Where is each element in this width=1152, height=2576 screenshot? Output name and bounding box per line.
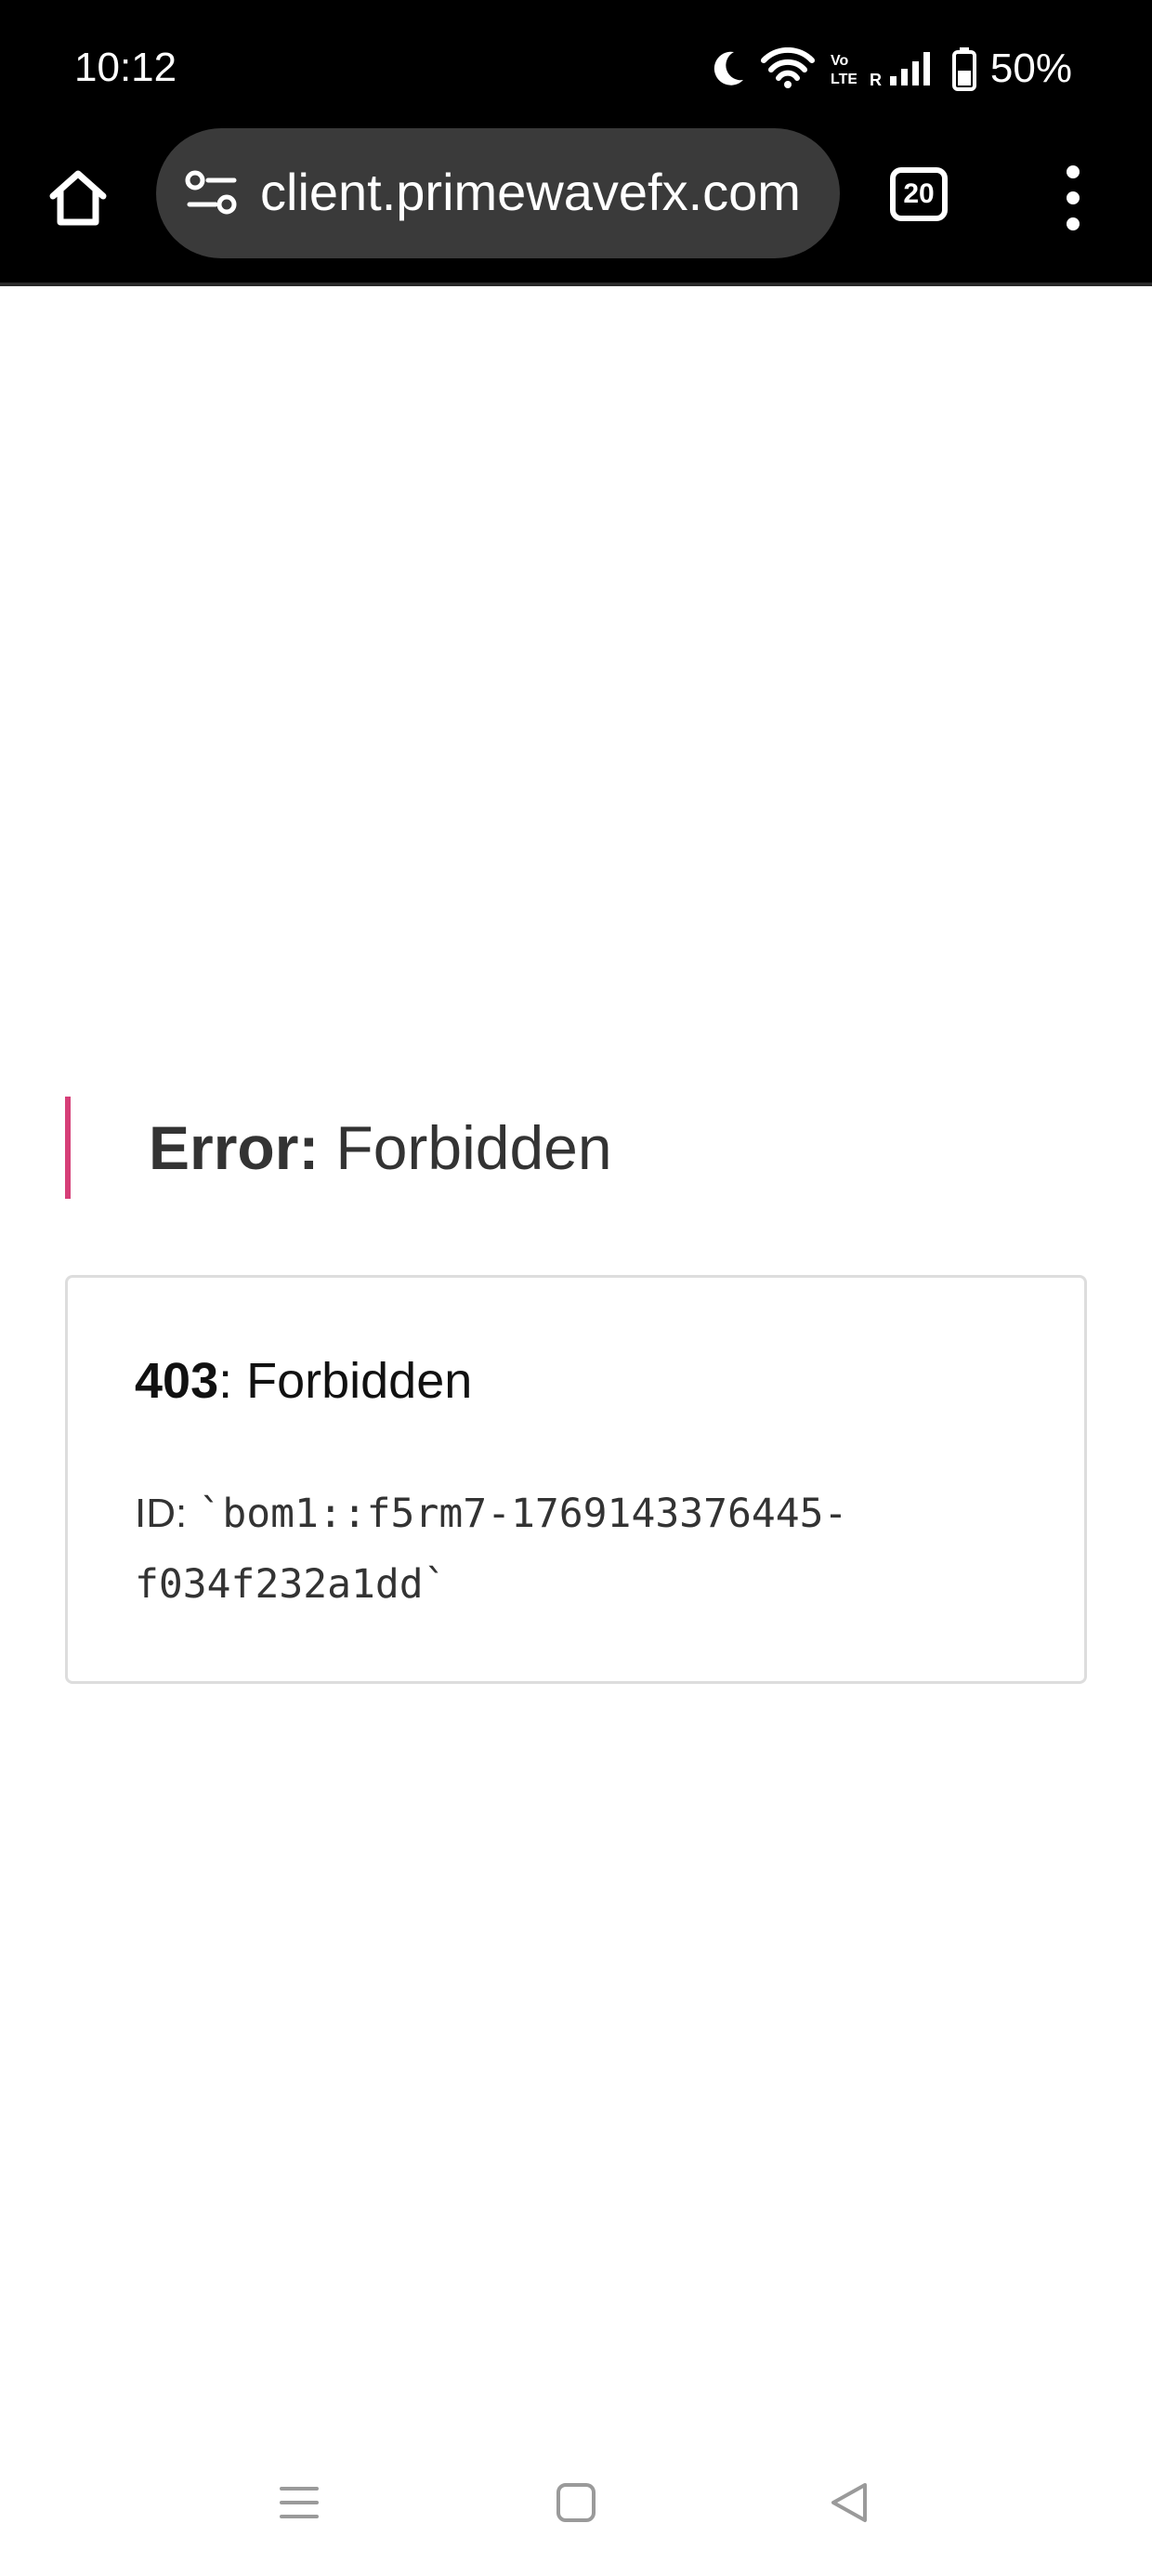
svg-text:LTE: LTE [831, 72, 857, 87]
home-icon [46, 164, 111, 234]
site-settings-icon[interactable] [184, 169, 240, 217]
status-time: 10:12 [74, 45, 177, 90]
recents-button[interactable] [262, 2453, 336, 2556]
signal-icon: R [870, 48, 938, 89]
error-heading: Error: Forbidden [65, 1097, 612, 1199]
error-heading-label: Error: [149, 1113, 320, 1182]
error-code-line: 403: Forbidden [135, 1352, 472, 1410]
menu-dot [1067, 191, 1080, 204]
error-id-label: ID: [135, 1491, 199, 1536]
home-nav-button[interactable] [539, 2453, 613, 2556]
back-icon [826, 2479, 872, 2530]
tab-switcher-button[interactable]: 20 [890, 167, 948, 221]
error-card: 403: Forbidden ID: `bom1::f5rm7-17691433… [65, 1275, 1087, 1684]
moon-icon [710, 48, 747, 89]
wifi-icon [760, 47, 816, 90]
address-bar[interactable]: client.primewavefx.com [156, 128, 840, 258]
browser-toolbar: client.primewavefx.com 20 [0, 128, 1152, 284]
status-icons: Vo LTE R 50% [710, 43, 1072, 95]
home-button[interactable] [41, 162, 115, 236]
error-message: : Forbidden [218, 1353, 473, 1409]
battery-icon [951, 46, 977, 91]
back-button[interactable] [812, 2453, 886, 2556]
volte-icon: Vo LTE [829, 48, 857, 89]
error-code: 403 [135, 1353, 219, 1409]
error-id-value: `bom1::f5rm7-1769143376445-f034f232a1dd` [135, 1491, 848, 1608]
error-heading-text: Forbidden [335, 1113, 612, 1182]
home-square-icon [553, 2479, 599, 2530]
svg-text:Vo: Vo [831, 53, 848, 69]
overflow-menu-icon[interactable] [1050, 165, 1096, 230]
battery-percent: 50% [989, 46, 1072, 91]
menu-dot [1067, 217, 1080, 230]
error-id: ID: `bom1::f5rm7-1769143376445-f034f232a… [135, 1479, 971, 1620]
recents-icon [276, 2479, 322, 2530]
svg-text:R: R [870, 71, 882, 89]
status-bar: 10:12 Vo LTE R 50% [0, 0, 1152, 128]
system-nav-bar [0, 2453, 1152, 2565]
menu-dot [1067, 165, 1080, 178]
url-text: client.primewavefx.com [260, 163, 801, 221]
toolbar-divider [0, 283, 1152, 286]
